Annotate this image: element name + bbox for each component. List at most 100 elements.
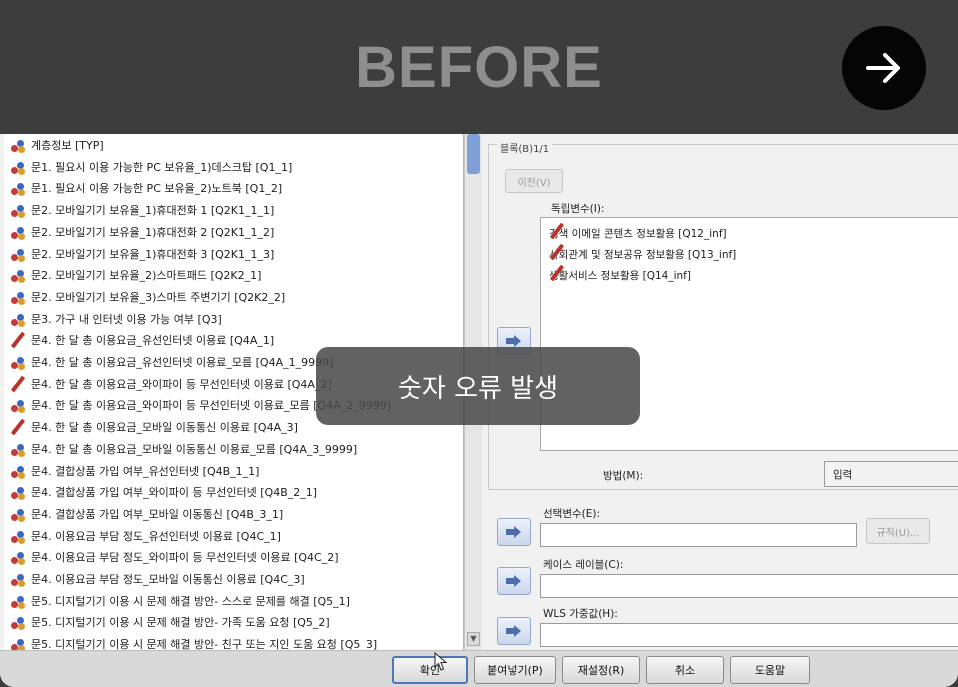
wls-weight-label: WLS 가중값(H): xyxy=(543,608,618,620)
nominal-icon xyxy=(10,289,26,305)
move-to-wls-button[interactable] xyxy=(497,617,531,645)
variable-list-item[interactable]: 문4. 한 달 총 이용요금_모바일 이동통신 이용료_모름 [Q4A_3_99… xyxy=(10,438,357,460)
help-button[interactable]: 도움말 xyxy=(730,656,810,684)
nominal-icon xyxy=(10,593,26,609)
variable-list-item[interactable]: 문4. 결합상품 가입 여부_와이파이 등 무선인터넷 [Q4B_2_1] xyxy=(10,481,317,503)
nominal-icon xyxy=(10,311,26,327)
error-toast: 숫자 오류 발생 xyxy=(316,347,640,425)
block-label: 블록(B)1/1 xyxy=(497,140,553,155)
variable-label: 문5. 디지털기기 이용 시 문제 해결 방안- 친구 또는 지인 도움 요청 … xyxy=(31,638,378,650)
scroll-thumb[interactable] xyxy=(467,134,480,174)
variable-list-item[interactable]: 문4. 이용요금 부담 정도_와이파이 등 무선인터넷 이용료 [Q4C_2] xyxy=(10,546,339,568)
move-to-case-label-button[interactable] xyxy=(497,567,531,595)
variable-list-item[interactable]: 계층정보 [TYP] xyxy=(10,134,104,156)
rule-button[interactable]: 규칙(U)... xyxy=(866,518,930,544)
variable-list-item[interactable]: 문5. 디지털기기 이용 시 문제 해결 방안- 가족 도움 요청 [Q5_2] xyxy=(10,611,330,633)
wls-weight-field[interactable] xyxy=(540,623,958,647)
independent-vars-label: 독립변수(I): xyxy=(551,203,605,215)
paste-button[interactable]: 붙여넣기(P) xyxy=(474,656,556,684)
move-arrow-icon xyxy=(506,526,521,538)
move-to-selection-button[interactable] xyxy=(497,518,531,546)
variable-label: 문4. 이용요금 부담 정도_모바일 이동통신 이용료 [Q4C_3] xyxy=(31,573,305,586)
variable-list-item[interactable]: 문4. 이용요금 부담 정도_모바일 이동통신 이용료 [Q4C_3] xyxy=(10,568,305,590)
variable-list-item[interactable]: 문1. 필요시 이용 가능한 PC 보유율_1)데스크탑 [Q1_1] xyxy=(10,156,292,178)
scale-icon xyxy=(10,375,26,393)
independent-var-item[interactable]: 검색 이메일 콘텐츠 정보활용 [Q12_inf] xyxy=(549,222,727,243)
variable-list-item[interactable]: 문2. 모바일기기 보유율_1)휴대전화 1 [Q2K1_1_1] xyxy=(10,199,274,221)
screen: BEFORE 계층정보 [TYP] 문1. 필요시 이용 가능한 PC 보유율_1… xyxy=(0,0,958,687)
variable-label: 문4. 결합상품 가입 여부_모바일 이동통신 [Q4B_3_1] xyxy=(31,507,284,521)
scale-icon xyxy=(10,418,26,436)
variable-list-item[interactable]: 문2. 모바일기기 보유율_1)휴대전화 3 [Q2K1_1_3] xyxy=(10,243,274,265)
variable-list-item[interactable]: 문4. 한 달 총 이용요금_유선인터넷 이용료_모름 [Q4A_1_9999] xyxy=(10,351,333,373)
nominal-icon xyxy=(10,528,26,544)
nominal-icon xyxy=(10,137,26,153)
nominal-icon xyxy=(10,484,26,501)
variable-list-item[interactable]: 문3. 가구 내 인터넷 이용 가능 여부 [Q3] xyxy=(10,308,222,330)
variable-label: 문3. 가구 내 인터넷 이용 가능 여부 [Q3] xyxy=(31,312,222,326)
variable-label: 문4. 한 달 총 이용요금_유선인터넷 이용료 [Q4A_1] xyxy=(31,334,275,348)
variable-label: 문4. 한 달 총 이용요금_유선인터넷 이용료_모름 [Q4A_1_9999] xyxy=(31,356,334,369)
variable-label: 문4. 결합상품 가입 여부_와이파이 등 무선인터넷 [Q4B_2_1] xyxy=(31,486,318,500)
variable-list-item[interactable]: 문4. 결합상품 가입 여부_모바일 이동통신 [Q4B_3_1] xyxy=(10,503,283,525)
nominal-icon xyxy=(10,202,26,219)
next-button[interactable] xyxy=(842,26,926,110)
variable-list-item[interactable]: 문2. 모바일기기 보유율_1)휴대전화 2 [Q2K1_1_2] xyxy=(10,221,274,243)
scale-icon xyxy=(10,331,26,349)
selection-var-field[interactable] xyxy=(540,523,857,547)
move-arrow-icon xyxy=(506,625,521,637)
variable-label: 문2. 모바일기기 보유율_2)스마트패드 [Q2K2_1] xyxy=(31,269,262,283)
variable-label: 문5. 디지털기기 이용 시 문제 해결 방안- 스스로 문제를 해결 [Q5_… xyxy=(31,594,350,608)
variable-list-item[interactable]: 문4. 한 달 총 이용요금_와이파이 등 무선인터넷 이용료 [Q4A_2] xyxy=(10,373,332,395)
variable-label: 문4. 결합상품 가입 여부_유선인터넷 [Q4B_1_1] xyxy=(31,464,260,478)
cancel-button[interactable]: 취소 xyxy=(646,656,724,684)
selection-var-label: 선택변수(E): xyxy=(543,508,601,520)
ok-button[interactable]: 확인 xyxy=(392,656,468,684)
reset-button[interactable]: 재설정(R) xyxy=(562,656,640,684)
independent-var-item[interactable]: 생활서비스 정보활용 [Q14_inf] xyxy=(549,264,691,285)
variable-label: 문5. 디지털기기 이용 시 문제 해결 방안- 가족 도움 요청 [Q5_2] xyxy=(31,616,330,630)
variable-list-item[interactable]: 문5. 디지털기기 이용 시 문제 해결 방안- 친구 또는 지인 도움 요청 … xyxy=(10,633,377,650)
variable-list-item[interactable]: 문4. 한 달 총 이용요금_유선인터넷 이용료 [Q4A_1] xyxy=(10,329,274,351)
variable-label: 문2. 모바일기기 보유율_3)스마트 주변기기 [Q2K2_2] xyxy=(31,290,286,304)
variable-label: 문1. 필요시 이용 가능한 PC 보유율_2)노트북 [Q1_2] xyxy=(31,182,283,196)
nominal-icon xyxy=(10,506,26,522)
nominal-icon xyxy=(10,463,26,479)
variable-list-item[interactable]: 문2. 모바일기기 보유율_2)스마트패드 [Q2K2_1] xyxy=(10,264,261,286)
independent-var-label: 생활서비스 정보활용 [Q14_inf] xyxy=(549,269,691,282)
nominal-icon xyxy=(10,636,26,650)
move-arrow-icon xyxy=(506,575,521,587)
nominal-icon xyxy=(10,614,26,631)
nominal-icon xyxy=(10,180,26,197)
variable-list-item[interactable]: 문4. 이용요금 부담 정도_유선인터넷 이용료 [Q4C_1] xyxy=(10,525,281,547)
case-label-label: 케이스 레이블(C): xyxy=(543,559,624,571)
nominal-icon xyxy=(10,571,26,587)
method-label: 방법(M): xyxy=(603,470,644,482)
nominal-icon xyxy=(10,246,26,262)
arrow-right-icon xyxy=(866,53,900,83)
header-title: BEFORE xyxy=(355,35,603,100)
variable-label: 문4. 이용요금 부담 정도_와이파이 등 무선인터넷 이용료 [Q4C_2] xyxy=(31,551,339,565)
mouse-cursor-icon xyxy=(434,652,448,671)
variable-list-item[interactable]: 문4. 결합상품 가입 여부_유선인터넷 [Q4B_1_1] xyxy=(10,460,259,482)
method-select[interactable]: 입력 xyxy=(824,461,958,487)
variable-label: 문4. 한 달 총 이용요금_모바일 이동통신 이용료 [Q4A_3] xyxy=(31,421,298,435)
independent-var-label: 검색 이메일 콘텐츠 정보활용 [Q12_inf] xyxy=(549,227,727,240)
variable-label: 문4. 한 달 총 이용요금_와이파이 등 무선인터넷 이용료 [Q4A_2] xyxy=(31,377,332,391)
variable-label: 문4. 이용요금 부담 정도_유선인터넷 이용료 [Q4C_1] xyxy=(31,529,281,543)
variable-list-item[interactable]: 문4. 한 달 총 이용요금_모바일 이동통신 이용료 [Q4A_3] xyxy=(10,416,298,438)
variable-list-item[interactable]: 문1. 필요시 이용 가능한 PC 보유율_2)노트북 [Q1_2] xyxy=(10,177,282,199)
variable-label: 문1. 필요시 이용 가능한 PC 보유율_1)데스크탑 [Q1_1] xyxy=(31,160,293,174)
nominal-icon xyxy=(10,224,26,240)
scroll-down-arrow-icon[interactable]: ▼ xyxy=(467,632,480,646)
nominal-icon xyxy=(10,159,26,175)
independent-var-label: 사회관계 및 정보공유 정보활용 [Q13_inf] xyxy=(549,248,737,261)
variable-label: 문4. 한 달 총 이용요금_모바일 이동통신 이용료_모름 [Q4A_3_99… xyxy=(31,442,358,456)
variable-list-item[interactable]: 문5. 디지털기기 이용 시 문제 해결 방안- 스스로 문제를 해결 [Q5_… xyxy=(10,590,350,612)
nominal-icon xyxy=(10,397,26,414)
independent-var-item[interactable]: 사회관계 및 정보공유 정보활용 [Q13_inf] xyxy=(549,243,737,264)
nominal-icon xyxy=(10,441,26,457)
case-label-field[interactable] xyxy=(540,574,958,598)
previous-block-button[interactable]: 이전(V) xyxy=(505,169,563,193)
variable-list-item[interactable]: 문2. 모바일기기 보유율_3)스마트 주변기기 [Q2K2_2] xyxy=(10,286,285,308)
